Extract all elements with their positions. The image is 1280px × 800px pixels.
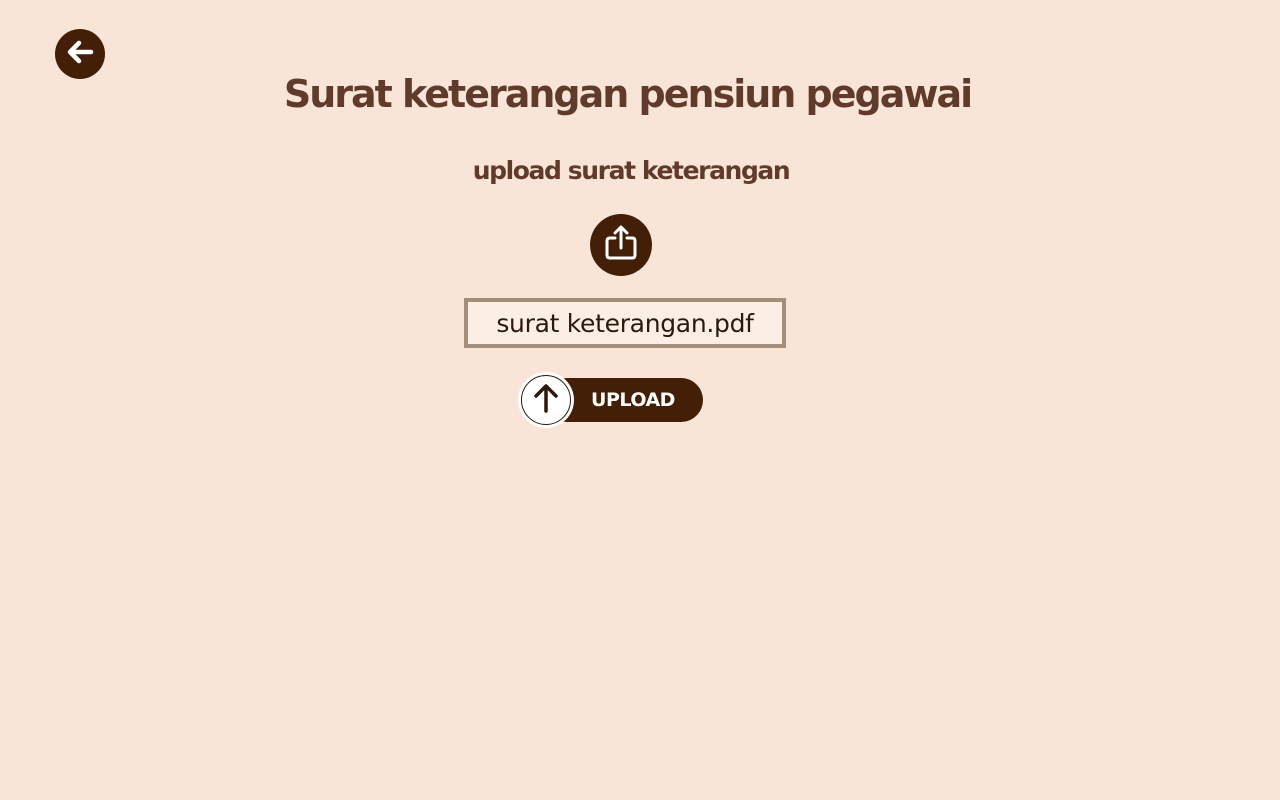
arrow-left-icon (66, 40, 94, 69)
upload-subtitle: upload surat keterangan (472, 156, 791, 185)
page-title: Surat keterangan pensiun pegawai (283, 72, 973, 116)
arrow-up-icon (533, 383, 559, 418)
upload-icon-circle[interactable] (518, 372, 574, 428)
select-file-button[interactable] (590, 214, 652, 276)
upload-icon-ring (521, 375, 571, 425)
share-upload-icon (603, 224, 639, 267)
file-name-text: surat keterangan.pdf (496, 308, 754, 338)
file-name-field[interactable]: surat keterangan.pdf (464, 298, 786, 348)
